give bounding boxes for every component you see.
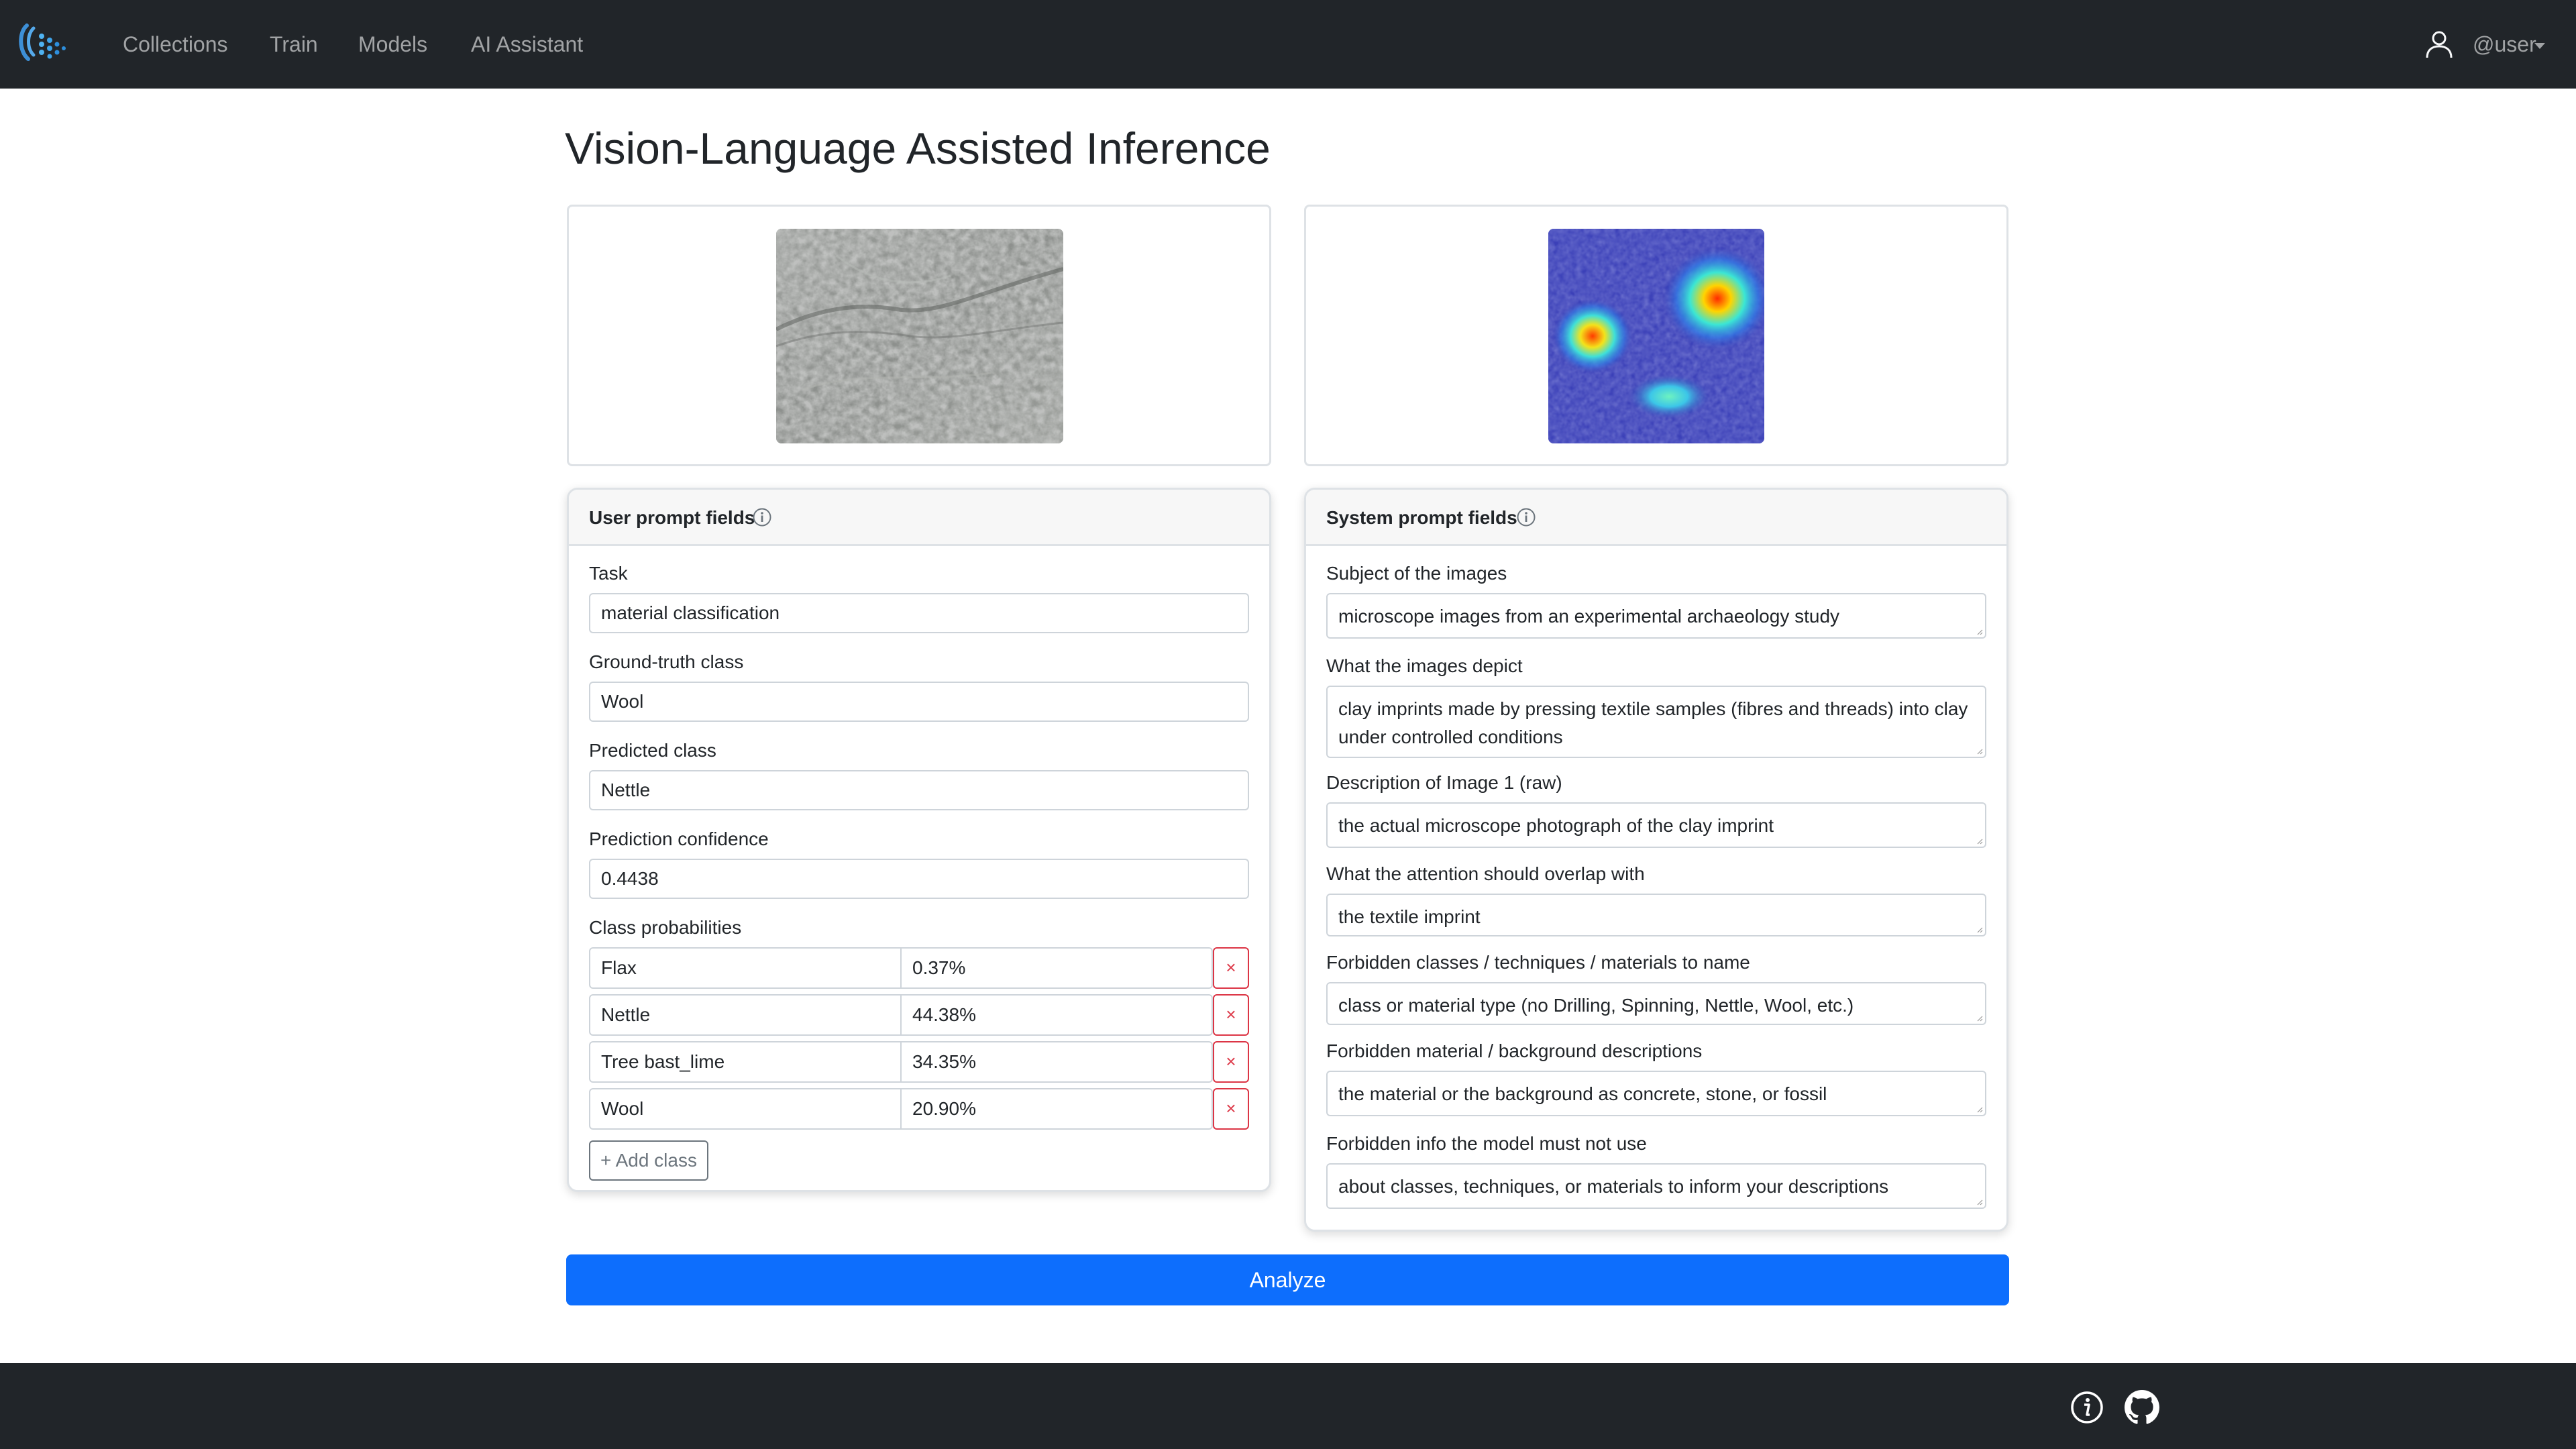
- forbidden-material-text: the material or the background as concre…: [1338, 1083, 1827, 1104]
- class-probabilities-label: Class probabilities: [589, 917, 742, 938]
- user-prompt-header: User prompt fields: [569, 490, 1269, 546]
- resize-grip-icon[interactable]: [1976, 629, 1983, 635]
- remove-class-button[interactable]: ×: [1213, 1088, 1249, 1130]
- raw-microscope-image: [776, 229, 1063, 443]
- forbidden-classes-text: class or material type (no Drilling, Spi…: [1338, 995, 1854, 1016]
- add-class-button[interactable]: + Add class: [589, 1140, 708, 1181]
- info-icon[interactable]: [752, 507, 772, 527]
- class-prob-input[interactable]: 20.90%: [900, 1088, 1213, 1130]
- class-prob-row: Tree bast_lime 34.35% ×: [589, 1041, 1249, 1083]
- github-icon[interactable]: [2125, 1390, 2159, 1425]
- class-name-input[interactable]: Tree bast_lime: [589, 1041, 902, 1083]
- subject-text: microscope images from an experimental a…: [1338, 606, 1840, 627]
- class-name-input[interactable]: Nettle: [589, 994, 902, 1036]
- footer: [0, 1363, 2576, 1449]
- attention-overlap-label: What the attention should overlap with: [1326, 863, 1645, 884]
- system-prompt-card: System prompt fields Subject of the imag…: [1304, 488, 2008, 1232]
- remove-class-button[interactable]: ×: [1213, 1041, 1249, 1083]
- nav-train[interactable]: Train: [270, 30, 318, 59]
- resize-grip-icon[interactable]: [1976, 838, 1983, 845]
- class-name-input[interactable]: Wool: [589, 1088, 902, 1130]
- depict-textarea[interactable]: clay imprints made by pressing textile s…: [1326, 686, 1986, 758]
- navbar: Collections Train Models AI Assistant @u…: [0, 0, 2576, 89]
- forbidden-info-textarea[interactable]: about classes, techniques, or materials …: [1326, 1163, 1986, 1209]
- resize-grip-icon[interactable]: [1976, 1106, 1983, 1113]
- image1-description-text: the actual microscope photograph of the …: [1338, 815, 1774, 836]
- info-icon[interactable]: [1516, 507, 1536, 527]
- forbidden-info-label: Forbidden info the model must not use: [1326, 1133, 1647, 1154]
- depict-text: clay imprints made by pressing textile s…: [1338, 698, 1968, 747]
- class-prob-input[interactable]: 34.35%: [900, 1041, 1213, 1083]
- class-prob-input[interactable]: 44.38%: [900, 994, 1213, 1036]
- user-icon[interactable]: [2424, 30, 2454, 59]
- resize-grip-icon[interactable]: [1976, 926, 1983, 933]
- image1-description-textarea[interactable]: the actual microscope photograph of the …: [1326, 802, 1986, 848]
- confidence-input[interactable]: 0.4438: [589, 859, 1249, 899]
- forbidden-material-textarea[interactable]: the material or the background as concre…: [1326, 1071, 1986, 1116]
- caret-down-icon[interactable]: [2534, 43, 2545, 49]
- logo-icon[interactable]: [15, 19, 71, 67]
- confidence-label: Prediction confidence: [589, 828, 769, 849]
- forbidden-classes-label: Forbidden classes / techniques / materia…: [1326, 952, 1750, 973]
- subject-label: Subject of the images: [1326, 563, 1507, 584]
- predicted-class-label: Predicted class: [589, 740, 716, 761]
- system-prompt-title: System prompt fields: [1326, 507, 1517, 528]
- class-prob-row: Nettle 44.38% ×: [589, 994, 1249, 1036]
- forbidden-info-text: about classes, techniques, or materials …: [1338, 1176, 1889, 1197]
- info-circle-icon[interactable]: [2070, 1390, 2104, 1425]
- page-title: Vision-Language Assisted Inference: [565, 123, 1271, 173]
- remove-class-button[interactable]: ×: [1213, 947, 1249, 989]
- user-prompt-title: User prompt fields: [589, 507, 755, 528]
- class-prob-input[interactable]: 0.37%: [900, 947, 1213, 989]
- attention-overlap-textarea[interactable]: the textile imprint: [1326, 894, 1986, 936]
- image1-description-label: Description of Image 1 (raw): [1326, 772, 1562, 793]
- task-label: Task: [589, 563, 628, 584]
- ground-truth-label: Ground-truth class: [589, 651, 744, 672]
- forbidden-classes-textarea[interactable]: class or material type (no Drilling, Spi…: [1326, 982, 1986, 1025]
- nav-ai-assistant[interactable]: AI Assistant: [471, 30, 583, 59]
- analyze-button[interactable]: Analyze: [566, 1254, 2009, 1305]
- class-prob-row: Flax 0.37% ×: [589, 947, 1249, 989]
- nav-collections[interactable]: Collections: [123, 30, 228, 59]
- task-input[interactable]: material classification: [589, 593, 1249, 633]
- forbidden-material-label: Forbidden material / background descript…: [1326, 1040, 1703, 1061]
- ground-truth-input[interactable]: Wool: [589, 682, 1249, 722]
- predicted-class-input[interactable]: Nettle: [589, 770, 1249, 810]
- depict-label: What the images depict: [1326, 655, 1523, 676]
- user-prompt-card: User prompt fields Task material classif…: [567, 488, 1271, 1192]
- nav-models[interactable]: Models: [358, 30, 427, 59]
- resize-grip-icon[interactable]: [1976, 748, 1983, 755]
- subject-textarea[interactable]: microscope images from an experimental a…: [1326, 593, 1986, 639]
- system-prompt-header: System prompt fields: [1306, 490, 2006, 546]
- resize-grip-icon[interactable]: [1976, 1015, 1983, 1022]
- class-name-input[interactable]: Flax: [589, 947, 902, 989]
- attention-map-card: [1304, 205, 2008, 466]
- resize-grip-icon[interactable]: [1976, 1199, 1983, 1205]
- raw-image-card: [567, 205, 1271, 466]
- attention-overlap-text: the textile imprint: [1338, 906, 1481, 927]
- class-prob-row: Wool 20.90% ×: [589, 1088, 1249, 1130]
- attention-heatmap-image: [1548, 229, 1764, 443]
- remove-class-button[interactable]: ×: [1213, 994, 1249, 1036]
- user-menu-toggle[interactable]: @user: [2473, 30, 2536, 59]
